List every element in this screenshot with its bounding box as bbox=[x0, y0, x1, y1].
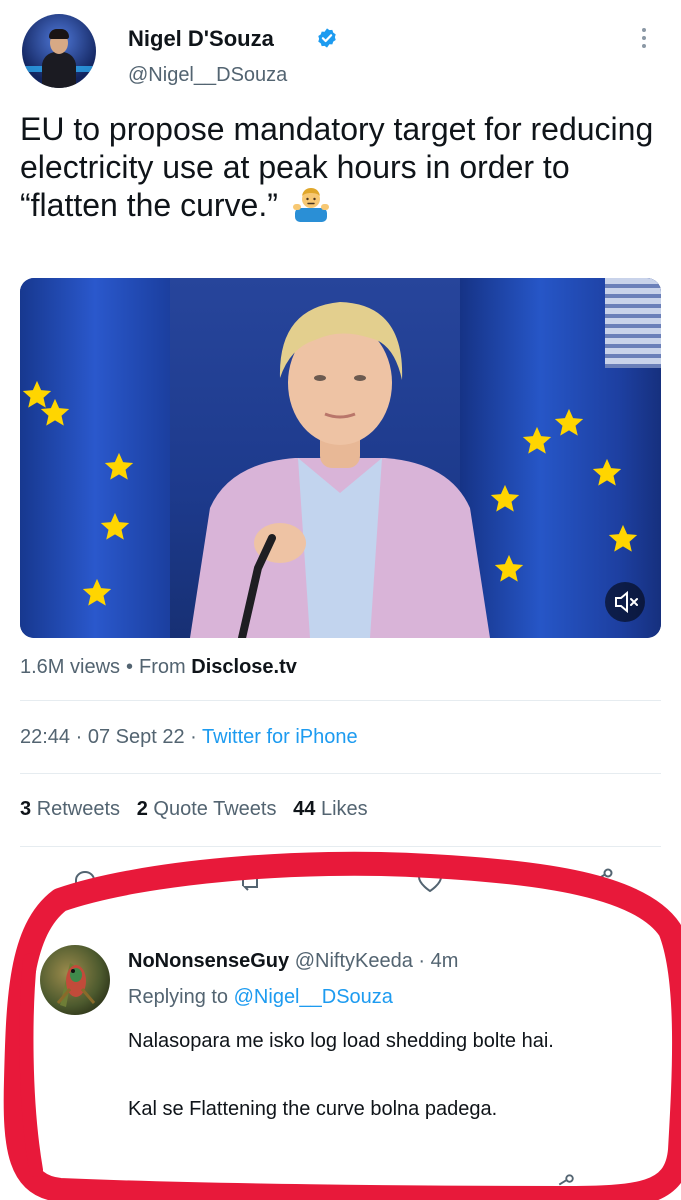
retweets-count: 3 bbox=[20, 798, 32, 820]
author-avatar[interactable] bbox=[22, 14, 96, 88]
reply-author-handle[interactable]: @NiftyKeeda bbox=[295, 950, 413, 972]
background-blinds bbox=[605, 278, 661, 368]
views-line: 1.6M views • From Disclose.tv bbox=[20, 656, 297, 679]
reply-author-avatar[interactable] bbox=[40, 945, 110, 1015]
reply-author-name[interactable]: NoNonsenseGuy bbox=[128, 950, 289, 972]
author-handle[interactable]: @Nigel__DSouza bbox=[128, 64, 287, 87]
author-name[interactable]: Nigel D'Souza bbox=[128, 26, 274, 52]
quotes-count: 2 bbox=[136, 798, 148, 820]
tweet-time[interactable]: 22:44 · 07 Sept 22 bbox=[20, 726, 185, 748]
man-shrugging-emoji bbox=[292, 188, 329, 222]
mute-icon[interactable] bbox=[605, 582, 645, 622]
more-options-icon[interactable] bbox=[636, 24, 652, 54]
divider bbox=[20, 846, 661, 847]
tweet-text: EU to propose mandatory target for reduc… bbox=[20, 110, 670, 224]
star-icon bbox=[608, 524, 638, 552]
verified-badge-icon bbox=[318, 28, 336, 48]
star-icon bbox=[82, 578, 112, 606]
speaker-figure bbox=[190, 302, 490, 638]
views-count: 1.6M views bbox=[20, 656, 121, 678]
divider bbox=[20, 773, 661, 774]
divider bbox=[20, 700, 661, 701]
client-link[interactable]: Twitter for iPhone bbox=[202, 726, 358, 748]
tweet-media-video[interactable] bbox=[20, 278, 661, 638]
tweet-actions bbox=[20, 866, 661, 896]
views-separator: • bbox=[126, 656, 134, 678]
like-icon[interactable] bbox=[415, 866, 445, 896]
grasshopper-image bbox=[56, 963, 96, 1007]
retweets-label: Retweets bbox=[36, 798, 121, 820]
reply-header: NoNonsenseGuy @NiftyKeeda · 4m bbox=[128, 950, 458, 973]
quotes-stat[interactable]: 2 Quote Tweets bbox=[137, 798, 277, 820]
star-icon bbox=[22, 380, 52, 408]
replying-to-label: Replying to bbox=[128, 986, 229, 1008]
likes-label: Likes bbox=[320, 798, 368, 820]
reply-text-paragraph: Nalasopara me isko log load shedding bol… bbox=[128, 1030, 554, 1052]
engagement-stats: 3 Retweets 2 Quote Tweets 44 Likes bbox=[20, 798, 368, 821]
share-icon[interactable] bbox=[586, 866, 616, 896]
likes-count: 44 bbox=[293, 798, 316, 820]
star-icon bbox=[554, 408, 584, 436]
reply-icon[interactable] bbox=[70, 866, 100, 896]
reply-text-paragraph: Kal se Flattening the curve bolna padega… bbox=[128, 1098, 498, 1120]
star-icon bbox=[104, 452, 134, 480]
share-icon[interactable] bbox=[548, 1172, 578, 1200]
quotes-label: Quote Tweets bbox=[153, 798, 277, 820]
from-label: From bbox=[139, 656, 186, 678]
star-icon bbox=[592, 458, 622, 486]
star-icon bbox=[100, 512, 130, 540]
retweets-stat[interactable]: 3 Retweets bbox=[20, 798, 120, 820]
source-account-link[interactable]: Disclose.tv bbox=[191, 656, 297, 678]
star-icon bbox=[522, 426, 552, 454]
likes-stat[interactable]: 44 Likes bbox=[293, 798, 368, 820]
tweet-text-content: EU to propose mandatory target for reduc… bbox=[20, 111, 654, 223]
reply-text: Nalasopara me isko log load shedding bol… bbox=[128, 1024, 658, 1126]
meta-separator: · bbox=[190, 726, 197, 748]
retweet-icon[interactable] bbox=[235, 866, 265, 896]
tweet-meta: 22:44 · 07 Sept 22 · Twitter for iPhone bbox=[20, 726, 358, 749]
replying-to-mention[interactable]: @Nigel__DSouza bbox=[234, 986, 393, 1008]
reply-age: · 4m bbox=[418, 950, 459, 972]
replying-to-line: Replying to @Nigel__DSouza bbox=[128, 986, 393, 1009]
